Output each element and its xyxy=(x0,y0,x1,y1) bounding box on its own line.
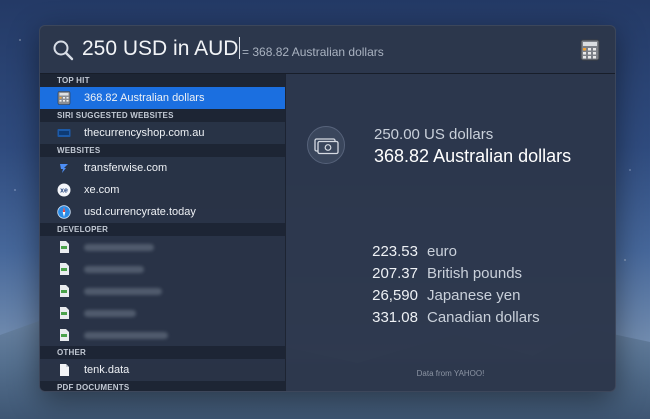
file-icon xyxy=(60,241,69,253)
calculator-icon xyxy=(57,91,71,105)
calculator-icon xyxy=(580,39,600,61)
result-website-xe[interactable]: xe xe.com xyxy=(40,179,285,201)
result-developer-file[interactable] xyxy=(40,236,285,258)
transferwise-icon xyxy=(60,164,68,173)
conversion-currency: Japanese yen xyxy=(427,287,521,304)
conversion-row: 223.53 euro xyxy=(286,243,615,265)
file-icon xyxy=(60,329,69,341)
search-query-text: 250 USD in AUD xyxy=(82,37,239,60)
text-caret xyxy=(239,37,241,59)
result-label: tenk.data xyxy=(84,364,130,376)
result-label: xe.com xyxy=(84,184,120,196)
conversion-amount: 223.53 xyxy=(372,243,418,260)
document-icon xyxy=(60,364,69,376)
search-icon xyxy=(53,40,74,61)
file-icon xyxy=(60,263,69,275)
section-pdf-documents: PDF DOCUMENTS xyxy=(40,381,285,391)
conversion-currency: British pounds xyxy=(427,265,523,282)
section-websites: WEBSITES xyxy=(40,144,285,157)
section-top-hit: TOP HIT xyxy=(40,74,285,87)
section-siri-websites: SIRI SUGGESTED WEBSITES xyxy=(40,109,285,122)
conversion-amount: 331.08 xyxy=(372,309,418,326)
blurred-filename xyxy=(84,288,162,295)
result-website-currencyrate[interactable]: usd.currencyrate.today xyxy=(40,201,285,223)
result-top-hit[interactable]: 368.82 Australian dollars xyxy=(40,87,285,109)
spotlight-window: 250 USD in AUD = 368.82 Australian dolla… xyxy=(39,25,616,392)
result-website-transferwise[interactable]: transferwise.com xyxy=(40,157,285,179)
section-other: OTHER xyxy=(40,346,285,359)
conversion-currency: Canadian dollars xyxy=(427,309,540,326)
result-other-file[interactable]: tenk.data xyxy=(40,359,285,381)
svg-text:xe: xe xyxy=(60,188,68,195)
result-developer-file[interactable] xyxy=(40,258,285,280)
result-siri-website[interactable]: thecurrencyshop.com.au xyxy=(40,122,285,144)
blurred-filename xyxy=(84,332,168,339)
money-icon xyxy=(307,126,345,164)
conversion-amount: 207.37 xyxy=(372,265,418,282)
conversion-source: 250.00 US dollars xyxy=(374,126,494,143)
preview-panel: 250.00 US dollars 368.82 Australian doll… xyxy=(286,74,615,391)
result-label: transferwise.com xyxy=(84,162,168,174)
conversion-row: 26,590 Japanese yen xyxy=(286,287,615,309)
blurred-filename xyxy=(84,310,136,317)
result-developer-file[interactable] xyxy=(40,302,285,324)
result-label: thecurrencyshop.com.au xyxy=(84,127,205,139)
conversion-result: 368.82 Australian dollars xyxy=(374,146,572,166)
xe-icon: xe xyxy=(57,183,71,197)
result-developer-file[interactable] xyxy=(40,324,285,346)
result-label: 368.82 Australian dollars xyxy=(84,92,205,104)
result-developer-file[interactable] xyxy=(40,280,285,302)
conversion-row: 331.08 Canadian dollars xyxy=(286,309,615,331)
search-completion: = 368.82 Australian dollars xyxy=(242,45,384,59)
file-icon xyxy=(60,307,69,319)
data-source-credit[interactable]: Data from YAHOO! xyxy=(286,369,615,378)
search-bar[interactable]: 250 USD in AUD = 368.82 Australian dolla… xyxy=(40,26,615,73)
compass-icon xyxy=(57,205,71,219)
conversion-amount: 26,590 xyxy=(372,287,418,304)
search-input[interactable]: 250 USD in AUD xyxy=(82,37,241,61)
website-icon xyxy=(57,129,71,137)
results-list: TOP HIT 368.82 Australian dollars SIRI S… xyxy=(40,74,285,391)
conversion-row: 207.37 British pounds xyxy=(286,265,615,287)
file-icon xyxy=(60,285,69,297)
conversion-currency: euro xyxy=(427,243,458,260)
blurred-filename xyxy=(84,266,144,273)
result-label: usd.currencyrate.today xyxy=(84,206,196,218)
blurred-filename xyxy=(84,244,154,251)
section-developer: DEVELOPER xyxy=(40,223,285,236)
